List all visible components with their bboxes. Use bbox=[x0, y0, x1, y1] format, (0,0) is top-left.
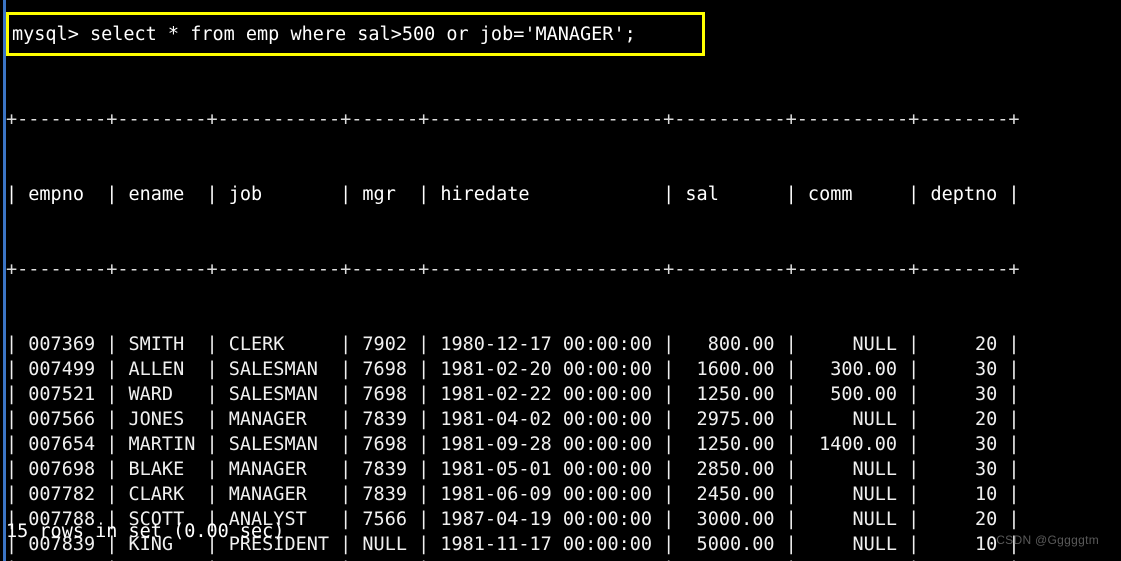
csdn-watermark: CSDN @Gggggtm bbox=[996, 533, 1099, 547]
result-status-line: 15 rows in set (0.00 sec) bbox=[6, 521, 285, 542]
table-row: | 007566 | JONES | MANAGER | 7839 | 1981… bbox=[6, 409, 1020, 430]
table-row: | 007521 | WARD | SALESMAN | 7698 | 1981… bbox=[6, 384, 1020, 405]
terminal-content: mysql> select * from emp where sal>500 o… bbox=[6, 0, 1121, 561]
table-row: | 007844 | TURNER | SALESMAN | 7698 | 19… bbox=[6, 557, 1020, 561]
table-header-row: | empno | ename | job | mgr | hiredate |… bbox=[6, 184, 1020, 205]
table-row: | 007369 | SMITH | CLERK | 7902 | 1980-1… bbox=[6, 334, 1020, 355]
mysql-terminal-window: mysql> select * from emp where sal>500 o… bbox=[0, 0, 1121, 561]
table-row: | 007654 | MARTIN | SALESMAN | 7698 | 19… bbox=[6, 434, 1020, 455]
result-table: +--------+--------+-----------+------+--… bbox=[6, 57, 1020, 561]
table-rule-top: +--------+--------+-----------+------+--… bbox=[6, 109, 1020, 130]
table-rule-header: +--------+--------+-----------+------+--… bbox=[6, 259, 1020, 280]
sql-command-line: mysql> select * from emp where sal>500 o… bbox=[12, 23, 636, 45]
table-row: | 007698 | BLAKE | MANAGER | 7839 | 1981… bbox=[6, 459, 1020, 480]
table-row: | 007782 | CLARK | MANAGER | 7839 | 1981… bbox=[6, 484, 1020, 505]
sql-command-highlight-box: mysql> select * from emp where sal>500 o… bbox=[6, 12, 705, 56]
table-row: | 007499 | ALLEN | SALESMAN | 7698 | 198… bbox=[6, 359, 1020, 380]
